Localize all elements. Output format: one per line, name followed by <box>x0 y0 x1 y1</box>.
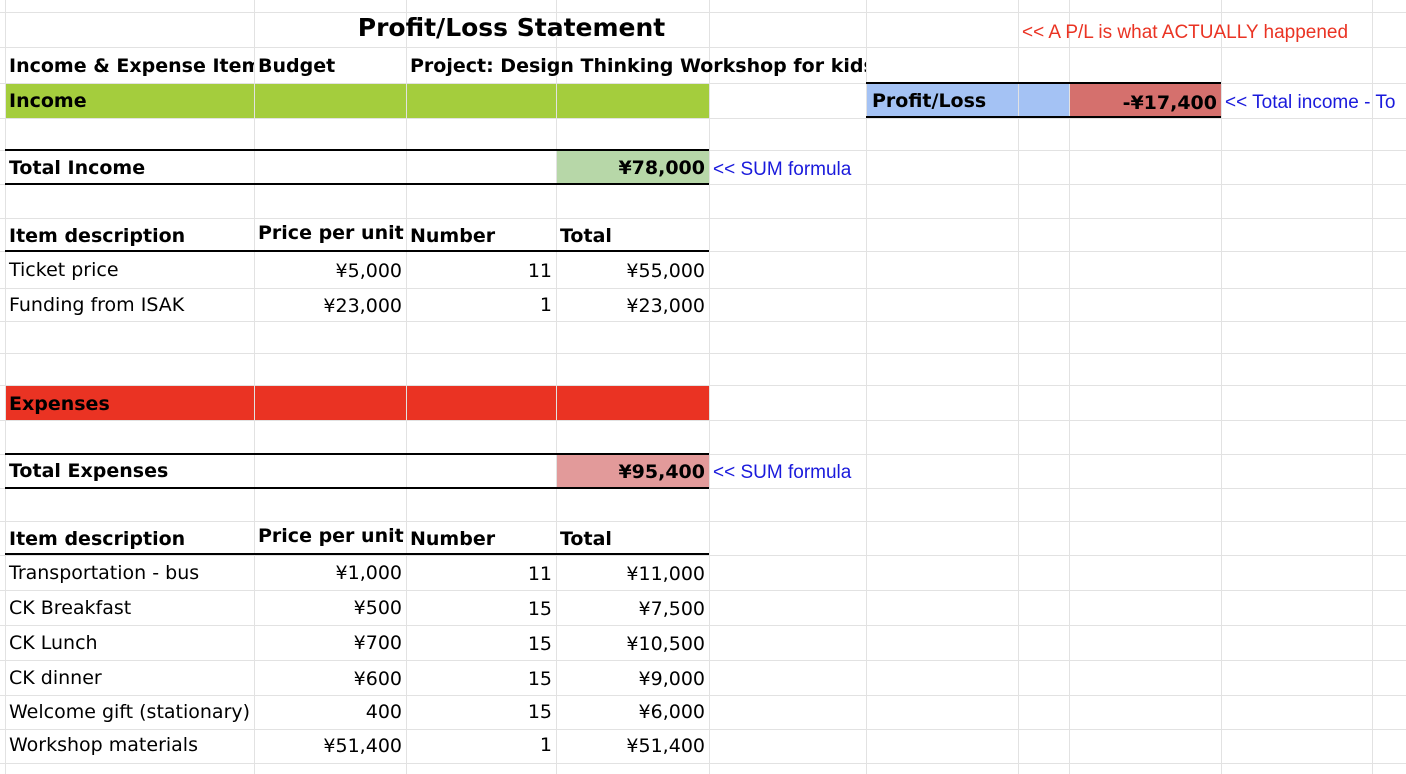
total-cell[interactable]: ¥7,500 <box>556 592 709 626</box>
total-cell[interactable]: ¥55,000 <box>556 254 709 288</box>
expenses-col-item-description[interactable]: Item description <box>5 522 254 556</box>
number-cell[interactable]: 1 <box>406 288 556 322</box>
total-cell[interactable]: ¥10,500 <box>556 627 709 661</box>
number-cell[interactable]: 15 <box>406 627 556 661</box>
total-expenses-label[interactable]: Total Expenses <box>5 454 254 488</box>
price-per-unit-cell[interactable]: ¥500 <box>254 591 406 625</box>
income-col-price-per-unit[interactable]: Price per unit <box>254 216 406 250</box>
number-cell[interactable]: 1 <box>406 728 556 762</box>
total-income-label[interactable]: Total Income <box>5 151 254 185</box>
price-per-unit-cell[interactable]: ¥700 <box>254 626 406 660</box>
total-cell[interactable]: ¥9,000 <box>556 662 709 696</box>
item-description-cell[interactable]: Ticket price <box>5 253 254 287</box>
expenses-col-number[interactable]: Number <box>406 522 556 556</box>
price-per-unit-cell[interactable]: ¥600 <box>254 662 406 696</box>
note-pl-definition[interactable]: << A P/L is what ACTUALLY happened <box>1018 16 1406 50</box>
total-cell[interactable]: ¥11,000 <box>556 557 709 591</box>
number-cell[interactable]: 15 <box>406 695 556 729</box>
price-per-unit-cell[interactable]: ¥23,000 <box>254 289 406 323</box>
number-cell[interactable]: 15 <box>406 592 556 626</box>
expenses-section-label[interactable]: Expenses <box>5 387 254 421</box>
price-per-unit-cell[interactable]: 400 <box>254 695 406 729</box>
total-expenses-value[interactable]: ¥95,400 <box>556 455 709 489</box>
number-cell[interactable]: 15 <box>406 662 556 696</box>
total-cell[interactable]: ¥51,400 <box>556 729 709 763</box>
sheet-title[interactable]: Profit/Loss Statement <box>254 10 769 46</box>
income-col-total[interactable]: Total <box>556 219 709 253</box>
header-project-cell[interactable]: Project: Design Thinking Workshop for ki… <box>406 49 866 83</box>
item-description-cell[interactable]: Workshop materials <box>5 728 254 762</box>
income-section-label[interactable]: Income <box>5 84 254 118</box>
spreadsheet-grid: Profit/Loss Statement << A P/L is what A… <box>0 0 1406 774</box>
expenses-col-total[interactable]: Total <box>556 522 709 556</box>
item-description-cell[interactable]: CK Lunch <box>5 626 254 660</box>
item-description-cell[interactable]: Funding from ISAK <box>5 288 254 322</box>
note-expenses-sum-formula[interactable]: << SUM formula <box>709 456 866 490</box>
expenses-col-price-per-unit[interactable]: Price per unit <box>254 519 406 553</box>
item-description-cell[interactable]: Transportation - bus <box>5 556 254 590</box>
item-description-cell[interactable]: CK dinner <box>5 661 254 695</box>
total-cell[interactable]: ¥23,000 <box>556 289 709 323</box>
income-col-number[interactable]: Number <box>406 219 556 253</box>
number-cell[interactable]: 11 <box>406 557 556 591</box>
total-cell[interactable]: ¥6,000 <box>556 695 709 729</box>
note-income-sum-formula[interactable]: << SUM formula <box>709 153 866 187</box>
price-per-unit-cell[interactable]: ¥1,000 <box>254 556 406 590</box>
item-description-cell[interactable]: Welcome gift (stationary) <box>5 695 254 729</box>
item-description-cell[interactable]: CK Breakfast <box>5 591 254 625</box>
profit-loss-label[interactable]: Profit/Loss <box>866 84 1018 118</box>
total-income-value[interactable]: ¥78,000 <box>556 151 709 185</box>
number-cell[interactable]: 11 <box>406 254 556 288</box>
income-col-item-description[interactable]: Item description <box>5 219 254 253</box>
profit-loss-value[interactable]: -¥17,400 <box>1069 86 1221 120</box>
note-profit-loss-formula[interactable]: << Total income - To <box>1221 86 1406 120</box>
header-items-cell[interactable]: Income & Expense Items <box>5 49 254 83</box>
price-per-unit-cell[interactable]: ¥5,000 <box>254 254 406 288</box>
header-budget-cell[interactable]: Budget <box>254 49 406 83</box>
price-per-unit-cell[interactable]: ¥51,400 <box>254 729 406 763</box>
